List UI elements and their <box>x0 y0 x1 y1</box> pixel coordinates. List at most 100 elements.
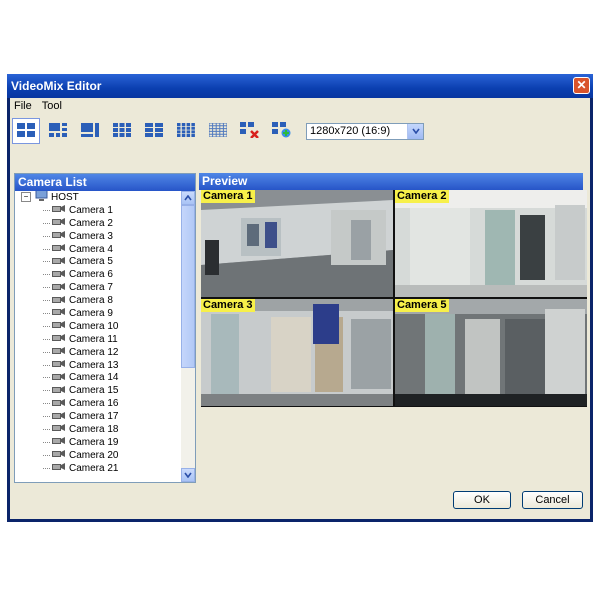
camera-tile-3[interactable]: Camera 3 <box>201 299 393 406</box>
camera-label: Camera 14 <box>69 372 119 384</box>
tree-camera-item[interactable]: Camera 15 <box>15 384 181 397</box>
toolbar-button-delete-camera[interactable] <box>236 118 264 144</box>
tree-connector <box>43 248 50 250</box>
layout-2x2-icon <box>17 122 35 140</box>
camera-icon <box>52 449 66 461</box>
toolbar-button-layout-5x5[interactable] <box>204 118 232 144</box>
tree-connector <box>43 312 50 314</box>
tree-camera-item[interactable]: Camera 4 <box>15 243 181 256</box>
toolbar-button-add-camera[interactable] <box>268 118 296 144</box>
tree-connector <box>43 377 50 379</box>
camera-icon <box>52 269 66 281</box>
scroll-down-button[interactable] <box>181 468 195 482</box>
camera-label: Camera 1 <box>69 204 113 216</box>
tree-connector <box>43 441 50 443</box>
tree-camera-item[interactable]: Camera 17 <box>15 410 181 423</box>
tree-connector <box>43 351 50 353</box>
layout-3x3-icon <box>113 122 131 140</box>
camera-tile-1[interactable]: Camera 1 <box>201 190 393 297</box>
tree-camera-item[interactable]: Camera 11 <box>15 333 181 346</box>
camera-icon <box>52 436 66 448</box>
camera-label: Camera 16 <box>69 398 119 410</box>
camera-label: Camera 10 <box>69 320 119 332</box>
camera-icon <box>52 385 66 397</box>
toolbar: 1280x720 (16:9) <box>10 115 590 147</box>
toolbar-button-layout-4x3[interactable] <box>140 118 168 144</box>
tree-camera-item[interactable]: Camera 1 <box>15 204 181 217</box>
computer-icon <box>35 191 48 204</box>
resolution-select[interactable]: 1280x720 (16:9) <box>306 122 424 140</box>
toolbar-button-layout-2x2[interactable] <box>12 118 40 144</box>
tree-camera-item[interactable]: Camera 21 <box>15 462 181 475</box>
title-bar: VideoMix Editor ✕ <box>7 74 593 98</box>
camera-label: Camera 18 <box>69 423 119 435</box>
add-camera-icon <box>272 121 292 141</box>
tree-host-node[interactable]: − HOST <box>15 191 181 204</box>
camera-label: Camera 11 <box>69 333 118 345</box>
close-button[interactable]: ✕ <box>573 77 590 94</box>
camera-icon <box>52 307 66 319</box>
camera-icon <box>52 217 66 229</box>
tree-camera-item[interactable]: Camera 14 <box>15 371 181 384</box>
camera-tile-label: Camera 3 <box>201 299 255 312</box>
tree-connector <box>43 325 50 327</box>
camera-label: Camera 21 <box>69 462 119 474</box>
tree-connector <box>43 261 50 263</box>
camera-icon <box>52 243 66 255</box>
window-title: VideoMix Editor <box>11 79 102 93</box>
tree-camera-item[interactable]: Camera 2 <box>15 217 181 230</box>
camera-icon <box>52 462 66 474</box>
tree-camera-item[interactable]: Camera 19 <box>15 436 181 449</box>
collapse-icon[interactable]: − <box>21 192 31 203</box>
tree-camera-item[interactable]: Camera 20 <box>15 449 181 462</box>
camera-label: Camera 5 <box>69 256 113 268</box>
toolbar-button-layout-1-plus[interactable] <box>76 118 104 144</box>
preview-grid: Camera 1 Camera 2 Camera 3 Camera 5 <box>201 190 587 407</box>
camera-tile-label: Camera 2 <box>395 190 449 203</box>
toolbar-button-layout-4x4[interactable] <box>172 118 200 144</box>
layout-3-plus-icon <box>49 122 67 140</box>
ok-button[interactable]: OK <box>453 491 511 509</box>
camera-tile-5[interactable]: Camera 5 <box>395 299 587 406</box>
tree-camera-item[interactable]: Camera 18 <box>15 423 181 436</box>
camera-tile-label: Camera 1 <box>201 190 255 203</box>
camera-tile-2[interactable]: Camera 2 <box>395 190 587 297</box>
scroll-up-button[interactable] <box>181 191 195 205</box>
toolbar-button-layout-3-plus[interactable] <box>44 118 72 144</box>
tree-camera-item[interactable]: Camera 16 <box>15 397 181 410</box>
camera-tree[interactable]: − HOST Camera 1 Camera 2 Camera 3 Camera 4 Cam… <box>15 191 181 482</box>
layout-4x3-icon <box>145 122 163 140</box>
tree-camera-item[interactable]: Camera 8 <box>15 294 181 307</box>
camera-1-image <box>201 190 393 297</box>
camera-label: Camera 3 <box>69 230 113 242</box>
camera-list-scrollbar[interactable] <box>181 191 195 482</box>
tree-camera-item[interactable]: Camera 6 <box>15 268 181 281</box>
toolbar-button-layout-3x3[interactable] <box>108 118 136 144</box>
menu-tool[interactable]: Tool <box>42 98 62 115</box>
dropdown-button[interactable] <box>407 123 423 139</box>
tree-camera-item[interactable]: Camera 12 <box>15 346 181 359</box>
tree-connector <box>43 274 50 276</box>
tree-connector <box>43 300 50 302</box>
tree-camera-item[interactable]: Camera 13 <box>15 359 181 372</box>
tree-connector <box>43 416 50 418</box>
videomix-editor-window: VideoMix Editor ✕ File Tool 1280x720 (16… <box>7 74 593 522</box>
chevron-down-icon <box>184 472 192 478</box>
chevron-down-icon <box>411 128 420 134</box>
menu-file[interactable]: File <box>14 98 32 115</box>
tree-camera-item[interactable]: Camera 5 <box>15 255 181 268</box>
camera-tile-label: Camera 5 <box>395 299 449 312</box>
tree-camera-item[interactable]: Camera 3 <box>15 230 181 243</box>
camera-icon <box>52 230 66 242</box>
cancel-button[interactable]: Cancel <box>522 491 583 509</box>
preview-panel: Preview Camera 1 Camera 2 Camera 3 Camer… <box>199 173 587 413</box>
camera-3-image <box>201 299 393 406</box>
tree-camera-item[interactable]: Camera 10 <box>15 320 181 333</box>
tree-camera-item[interactable]: Camera 9 <box>15 307 181 320</box>
tree-camera-item[interactable]: Camera 7 <box>15 281 181 294</box>
tree-connector <box>43 403 50 405</box>
camera-icon <box>52 282 66 294</box>
scroll-thumb[interactable] <box>181 205 195 368</box>
camera-icon <box>52 398 66 410</box>
resolution-value: 1280x720 (16:9) <box>310 125 391 137</box>
